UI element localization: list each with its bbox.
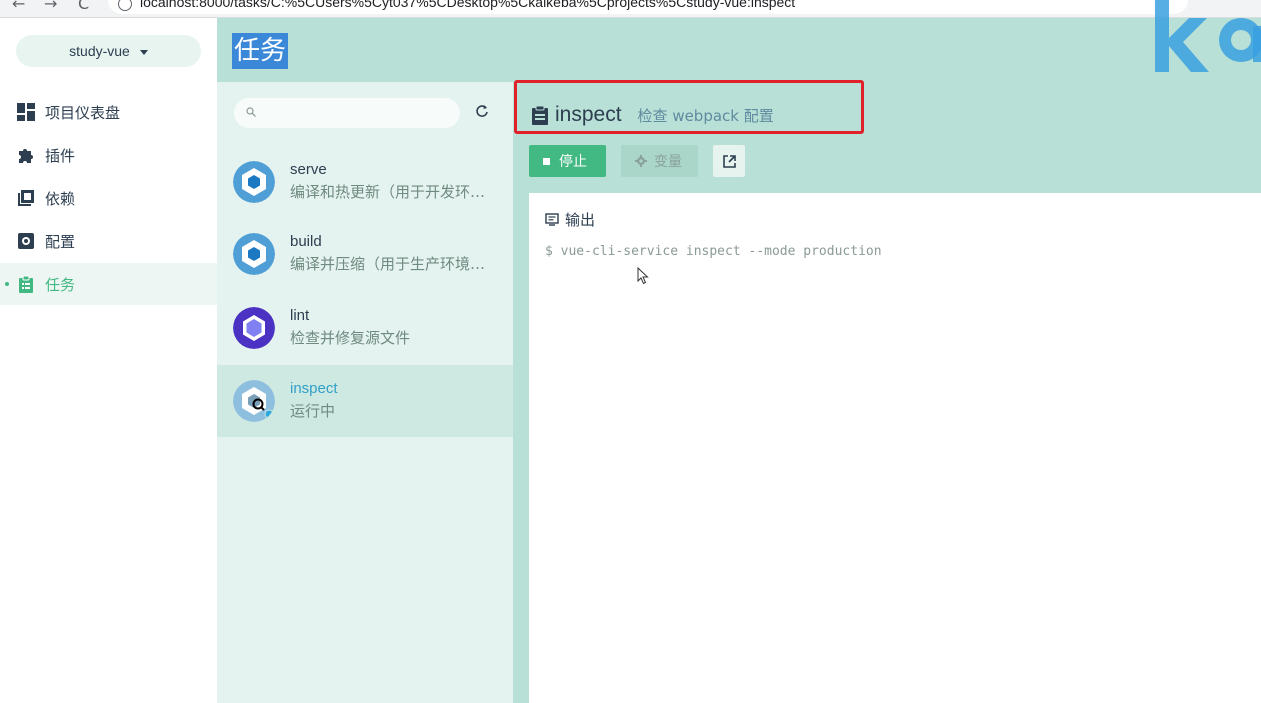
page-header: 任务 [217,0,1261,82]
monitor-icon [545,213,559,226]
refresh-icon[interactable] [475,104,489,118]
active-dot [5,282,9,286]
nav-label: 依赖 [45,189,76,208]
console-output: $ vue-cli-service inspect --mode product… [545,244,882,259]
search-icon [246,107,256,117]
left-nav: study-vue 项目仪表盘 插件 依赖 配置 任务 [0,18,217,703]
task-subtitle: 检查 webpack 配置 [637,106,774,125]
url-text: localhost:8000/tasks/C:%5CUsers%5Cyt037%… [140,0,796,10]
task-item-lint[interactable]: lint 检查并修复源文件 [217,292,513,364]
task-description: 检查并修复源文件 [290,329,411,347]
puzzle-icon [19,149,33,163]
open-in-new-icon [722,154,736,168]
nav-item-config[interactable]: 配置 [0,220,217,262]
nav-label: 插件 [45,146,76,165]
caret-down-icon [139,49,148,55]
project-name: study-vue [69,43,130,59]
stop-label: 停止 [559,154,587,170]
library-icon [18,190,34,206]
nav-item-plugins[interactable]: 插件 [0,134,217,176]
task-title: inspect [555,103,622,126]
task-name: build [290,233,322,250]
nav-item-dashboard[interactable]: 项目仪表盘 [0,91,217,133]
task-description: 编译和热更新（用于开发环… [290,183,486,201]
kaikeba-logo [1155,0,1261,72]
output-label: 输出 [565,211,596,229]
nav-item-dependencies[interactable]: 依赖 [0,177,217,219]
task-details-pane: inspect 检查 webpack 配置 停止 变量 输出 $ vue-cli… [513,80,1261,703]
nav-label: 项目仪表盘 [45,103,121,122]
task-status: 运行中 [290,402,336,420]
task-name: inspect [290,380,338,397]
dashboard-icon [17,103,35,121]
page-title: 任务 [232,33,289,69]
clipboard-list-icon [19,275,33,293]
address-bar[interactable]: localhost:8000/tasks/C:%5CUsers%5Cyt037%… [108,0,1188,14]
gear-icon [635,155,647,167]
open-external-button[interactable] [713,145,745,177]
variables-label: 变量 [654,154,682,170]
output-panel: 输出 $ vue-cli-service inspect --mode prod… [529,193,1261,703]
webpack-icon [233,233,275,275]
reload-button[interactable]: C [78,0,89,13]
webpack-icon [233,161,275,203]
task-header: inspect 检查 webpack 配置 [531,99,774,131]
back-button[interactable]: ← [12,0,25,13]
task-list-pane: serve 编译和热更新（用于开发环… build 编译并压缩（用于生产环境… … [217,82,513,703]
browser-toolbar: ← → C localhost:8000/tasks/C:%5CUsers%5C… [0,0,1261,18]
webpack-inspect-icon [233,380,275,422]
task-search-input[interactable] [234,98,460,128]
stop-button[interactable]: 停止 [529,145,606,177]
nav-label: 配置 [45,232,76,251]
stop-icon [543,157,550,165]
settings-box-icon [18,233,34,249]
info-icon[interactable] [118,0,132,11]
task-name: lint [290,307,310,324]
variables-button[interactable]: 变量 [621,145,698,177]
project-selector[interactable]: study-vue [16,35,201,67]
nav-label: 任务 [45,275,76,294]
forward-button[interactable]: → [44,0,57,13]
task-name: serve [290,161,327,178]
task-item-serve[interactable]: serve 编译和热更新（用于开发环… [217,146,513,218]
task-item-build[interactable]: build 编译并压缩（用于生产环境… [217,218,513,290]
task-description: 编译并压缩（用于生产环境… [290,255,486,273]
mouse-pointer-icon [637,267,649,285]
nav-item-tasks[interactable]: 任务 [0,263,217,305]
output-header: 输出 [545,209,595,230]
eslint-icon [233,307,275,349]
clipboard-text-icon [532,105,548,125]
task-item-inspect[interactable]: inspect 运行中 [217,365,513,437]
